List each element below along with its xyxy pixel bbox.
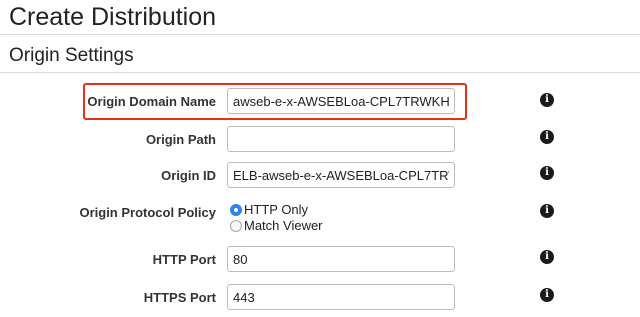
origin-protocol-policy-label: Origin Protocol Policy bbox=[79, 205, 216, 220]
info-icon[interactable]: i bbox=[540, 93, 554, 107]
http-port-label: HTTP Port bbox=[152, 252, 216, 267]
section-title: Origin Settings bbox=[9, 45, 134, 66]
https-port-input[interactable] bbox=[227, 284, 455, 310]
info-icon[interactable]: i bbox=[540, 204, 554, 218]
info-icon[interactable]: i bbox=[540, 130, 554, 144]
origin-id-label: Origin ID bbox=[161, 168, 216, 183]
origin-domain-name-label: Origin Domain Name bbox=[87, 94, 216, 109]
origin-domain-name-input[interactable] bbox=[227, 88, 455, 114]
origin-id-input[interactable] bbox=[227, 162, 455, 188]
radio-http-only-label[interactable]: HTTP Only bbox=[244, 202, 308, 218]
origin-path-label: Origin Path bbox=[145, 132, 216, 147]
radio-match-viewer-label[interactable]: Match Viewer bbox=[244, 218, 323, 234]
radio-match-viewer-button[interactable] bbox=[230, 220, 242, 232]
create-distribution-page: Create Distribution Origin Settings Orig… bbox=[0, 0, 640, 317]
origin-path-input[interactable] bbox=[227, 126, 455, 152]
https-port-label: HTTPS Port bbox=[143, 290, 216, 305]
section-divider bbox=[0, 72, 640, 73]
info-icon[interactable]: i bbox=[540, 166, 554, 180]
http-port-input[interactable] bbox=[227, 246, 455, 272]
info-icon[interactable]: i bbox=[540, 288, 554, 302]
info-icon[interactable]: i bbox=[540, 250, 554, 264]
title-divider bbox=[0, 34, 640, 35]
radio-http-only-button[interactable] bbox=[230, 204, 242, 216]
page-title: Create Distribution bbox=[9, 3, 217, 31]
